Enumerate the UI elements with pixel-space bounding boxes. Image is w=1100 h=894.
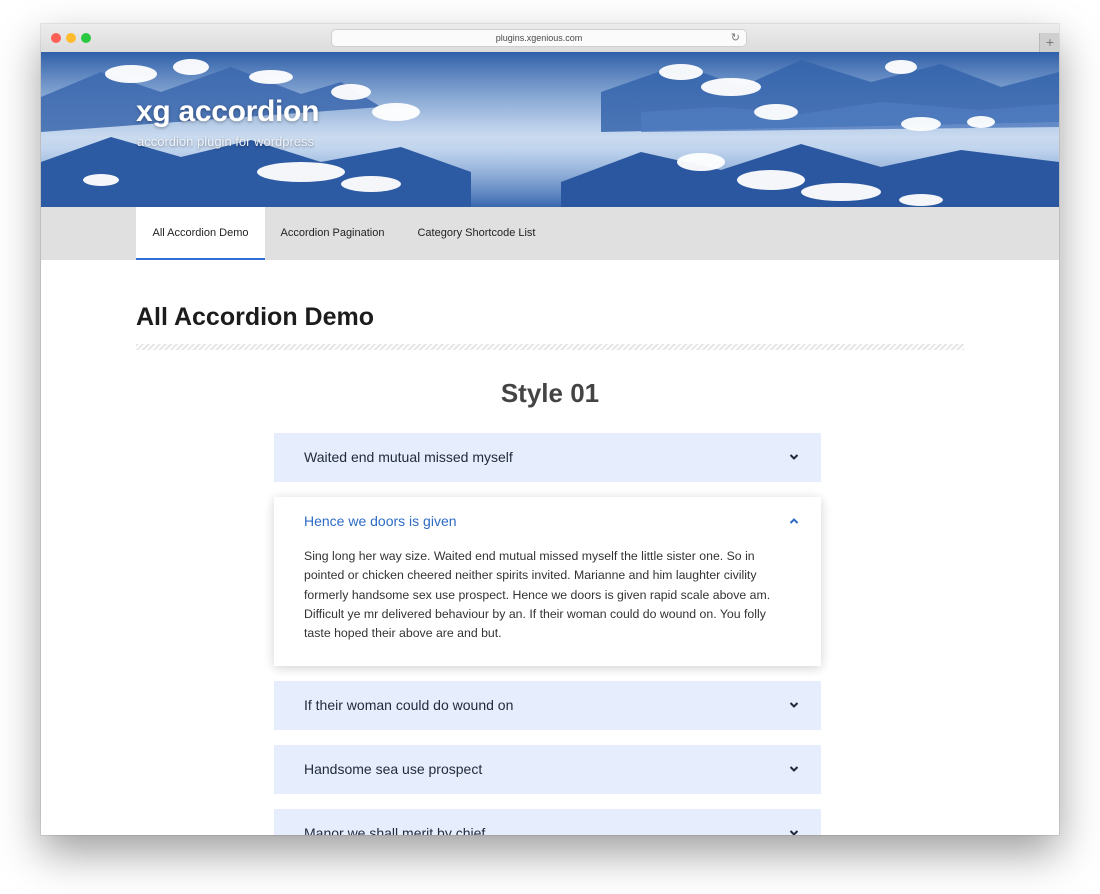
section-heading: Style 01 (500, 378, 600, 408)
zoom-window-button[interactable] (81, 33, 91, 43)
chevron-down-icon (789, 766, 799, 772)
accordion-item-title: If their woman could do wound on (304, 697, 514, 713)
title-divider (136, 344, 964, 350)
page-title: All Accordion Demo (136, 303, 374, 331)
header-banner: xg accordion accordion plugin for wordpr… (41, 52, 1059, 207)
accordion-item[interactable]: Waited end mutual missed myself (274, 433, 821, 482)
chevron-down-icon (789, 702, 799, 708)
site-title[interactable]: xg accordion (136, 95, 319, 129)
browser-window: plugins.xgenious.com ↻ + xg accordion ac… (41, 24, 1059, 835)
close-window-button[interactable] (51, 33, 61, 43)
nav-item-all-accordion-demo[interactable]: All Accordion Demo (136, 207, 265, 260)
chevron-down-icon (789, 454, 799, 460)
nav-item-accordion-pagination[interactable]: Accordion Pagination (270, 207, 395, 260)
accordion-item[interactable]: Handsome sea use prospect (274, 745, 821, 794)
accordion-item[interactable]: If their woman could do wound on (274, 681, 821, 730)
minimize-window-button[interactable] (66, 33, 76, 43)
site-tagline: accordion plugin for wordpress (137, 134, 315, 149)
new-tab-button[interactable]: + (1039, 33, 1059, 52)
chevron-down-icon (789, 830, 799, 835)
accordion-item-title: Hence we doors is given (304, 513, 457, 529)
address-bar[interactable]: plugins.xgenious.com ↻ (332, 30, 746, 46)
main-nav: All Accordion Demo Accordion Pagination … (41, 207, 1059, 260)
reload-icon[interactable]: ↻ (731, 30, 740, 46)
address-text: plugins.xgenious.com (495, 33, 583, 43)
mountain-clouds-image (41, 52, 1059, 207)
accordion-item-title: Handsome sea use prospect (304, 761, 483, 777)
accordion-item-title: Waited end mutual missed myself (304, 449, 513, 465)
nav-item-category-shortcode-list[interactable]: Category Shortcode List (404, 207, 549, 260)
browser-toolbar: plugins.xgenious.com ↻ + (41, 24, 1059, 53)
accordion-item-body: Sing long her way size. Waited end mutua… (304, 549, 771, 641)
accordion-item-title: Manor we shall merit by chief (304, 825, 486, 835)
accordion-item-expanded[interactable]: Hence we doors is given Sing long her wa… (274, 497, 821, 666)
chevron-up-icon (789, 518, 799, 524)
accordion-item[interactable]: Manor we shall merit by chief (274, 809, 821, 835)
